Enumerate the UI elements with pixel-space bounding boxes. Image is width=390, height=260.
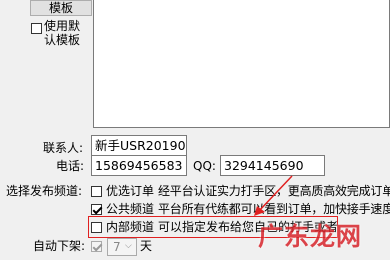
auto-delist-checkbox[interactable] xyxy=(91,241,102,252)
use-default-template-checkbox[interactable] xyxy=(31,23,42,34)
phone-label: 电话: xyxy=(56,159,85,173)
auto-delist-days-select[interactable]: 7 ⌵ xyxy=(107,238,137,256)
template-button[interactable]: 模板 xyxy=(30,0,92,16)
qq-label: QQ: xyxy=(193,159,216,173)
auto-delist-unit: 天 xyxy=(140,239,153,253)
channel-name-public: 公共频道 xyxy=(106,202,155,216)
channel-name-preferred: 优选订单 xyxy=(106,184,155,198)
channel-label: 选择发布频道: xyxy=(6,184,83,198)
channel-checkbox-public[interactable] xyxy=(91,204,102,215)
auto-delist-days-value: 7 xyxy=(113,240,121,254)
contact-name-label: 联系人: xyxy=(43,141,84,155)
channel-checkbox-preferred[interactable] xyxy=(91,186,102,197)
content-textarea[interactable] xyxy=(93,0,390,128)
channel-name-internal: 内部频道 xyxy=(106,220,155,234)
chevron-down-icon: ⌵ xyxy=(125,241,132,251)
phone-input[interactable]: 15869456583 xyxy=(91,155,187,176)
contact-name-input[interactable]: 新手USR2019080 xyxy=(91,135,187,156)
use-default-template-label: 使用默 认模板 xyxy=(44,19,81,47)
auto-delist-label: 自动下架: xyxy=(33,239,86,253)
watermark-logo: 广东龙网 xyxy=(258,222,363,251)
channel-checkbox-internal[interactable] xyxy=(91,222,102,233)
